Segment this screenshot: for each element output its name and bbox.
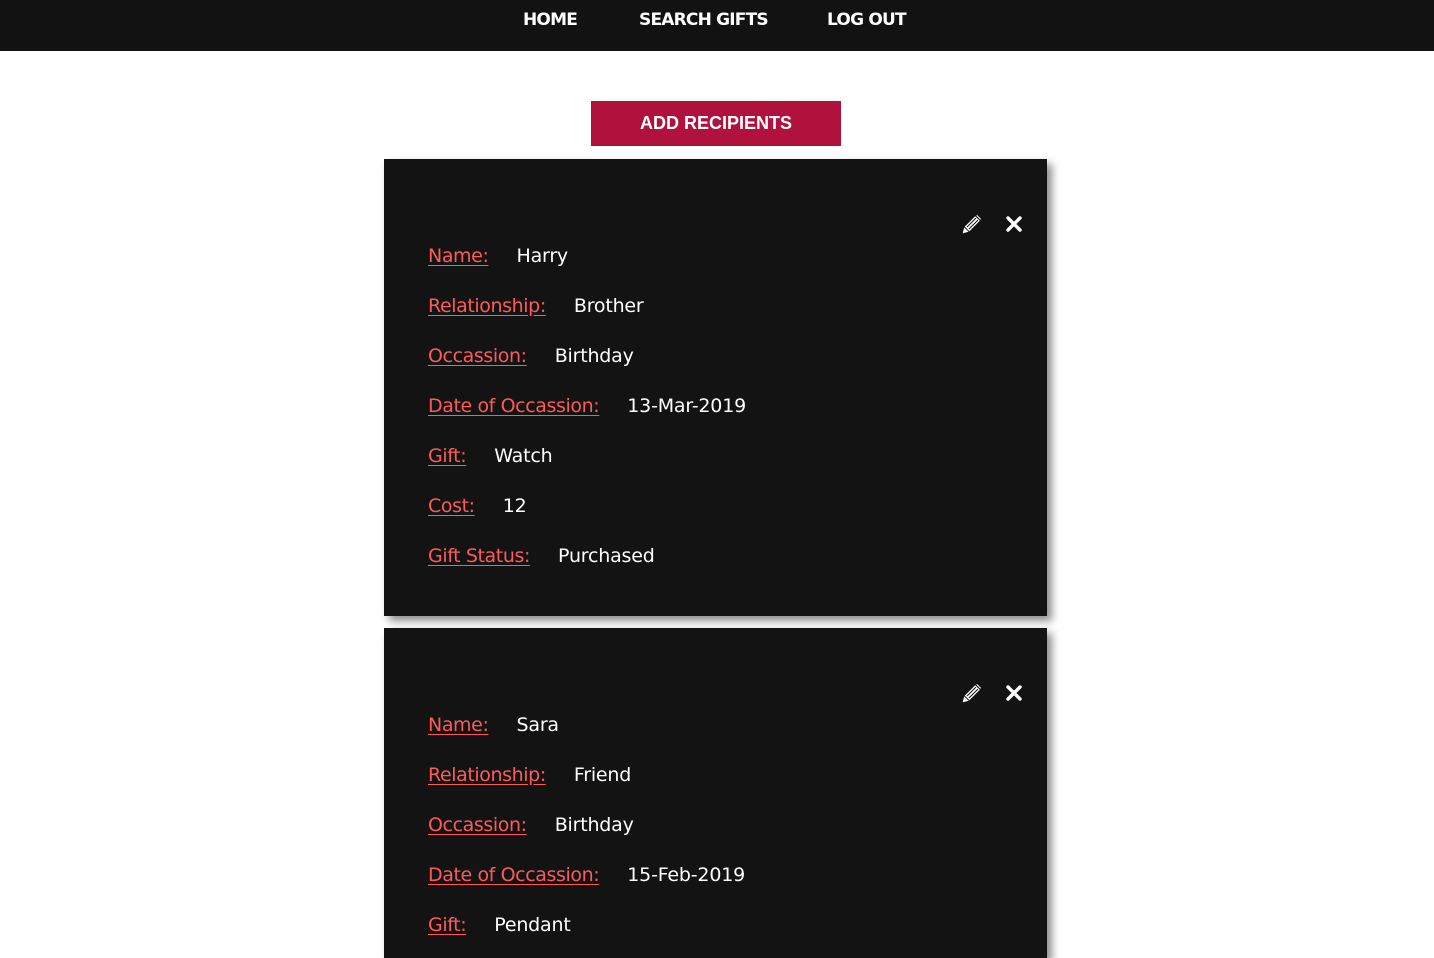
close-icon[interactable] bbox=[1004, 683, 1024, 703]
gift-status-field: Gift Status: Purchased bbox=[428, 543, 655, 569]
date-value: 13-Mar-2019 bbox=[627, 395, 746, 417]
date-label: Date of Occassion: bbox=[428, 864, 600, 886]
top-nav: HOME SEARCH GIFTS LOG OUT bbox=[0, 0, 1434, 51]
occasion-field: Occassion: Birthday bbox=[428, 343, 634, 369]
gift-status-label: Gift Status: bbox=[428, 545, 530, 567]
nav-home-link[interactable]: HOME bbox=[523, 9, 578, 31]
pencil-icon[interactable] bbox=[962, 214, 982, 234]
name-field: Name: Harry bbox=[428, 243, 568, 269]
name-label: Name: bbox=[428, 714, 489, 736]
close-icon[interactable] bbox=[1004, 214, 1024, 234]
cost-value: 12 bbox=[502, 495, 527, 517]
gift-status-value: Purchased bbox=[558, 545, 655, 567]
relationship-label: Relationship: bbox=[428, 764, 546, 786]
name-field: Name: Sara bbox=[428, 712, 559, 738]
gift-label: Gift: bbox=[428, 445, 467, 467]
cost-field: Cost: 12 bbox=[428, 493, 527, 519]
recipient-card: Name: Sara Relationship: Friend Occassio… bbox=[384, 628, 1047, 958]
date-field: Date of Occassion: 15-Feb-2019 bbox=[428, 862, 745, 888]
relationship-value: Friend bbox=[573, 764, 632, 786]
name-value: Harry bbox=[516, 245, 569, 267]
date-field: Date of Occassion: 13-Mar-2019 bbox=[428, 393, 746, 419]
nav-log-out-link[interactable]: LOG OUT bbox=[827, 9, 907, 31]
occasion-label: Occassion: bbox=[428, 814, 527, 836]
nav-search-gifts-link[interactable]: SEARCH GIFTS bbox=[639, 9, 769, 31]
relationship-value: Brother bbox=[573, 295, 644, 317]
cost-label: Cost: bbox=[428, 495, 475, 517]
relationship-field: Relationship: Friend bbox=[428, 762, 631, 788]
relationship-field: Relationship: Brother bbox=[428, 293, 644, 319]
occasion-field: Occassion: Birthday bbox=[428, 812, 634, 838]
gift-value: Watch bbox=[494, 445, 553, 467]
gift-field: Gift: Pendant bbox=[428, 912, 571, 938]
occasion-value: Birthday bbox=[554, 345, 634, 367]
add-recipients-button[interactable]: ADD RECIPIENTS bbox=[591, 101, 841, 146]
gift-label: Gift: bbox=[428, 914, 467, 936]
gift-value: Pendant bbox=[494, 914, 571, 936]
occasion-label: Occassion: bbox=[428, 345, 527, 367]
name-value: Sara bbox=[516, 714, 560, 736]
pencil-icon[interactable] bbox=[962, 683, 982, 703]
gift-field: Gift: Watch bbox=[428, 443, 553, 469]
date-value: 15-Feb-2019 bbox=[627, 864, 745, 886]
date-label: Date of Occassion: bbox=[428, 395, 600, 417]
relationship-label: Relationship: bbox=[428, 295, 546, 317]
name-label: Name: bbox=[428, 245, 489, 267]
recipient-card: Name: Harry Relationship: Brother Occass… bbox=[384, 159, 1047, 616]
occasion-value: Birthday bbox=[554, 814, 634, 836]
